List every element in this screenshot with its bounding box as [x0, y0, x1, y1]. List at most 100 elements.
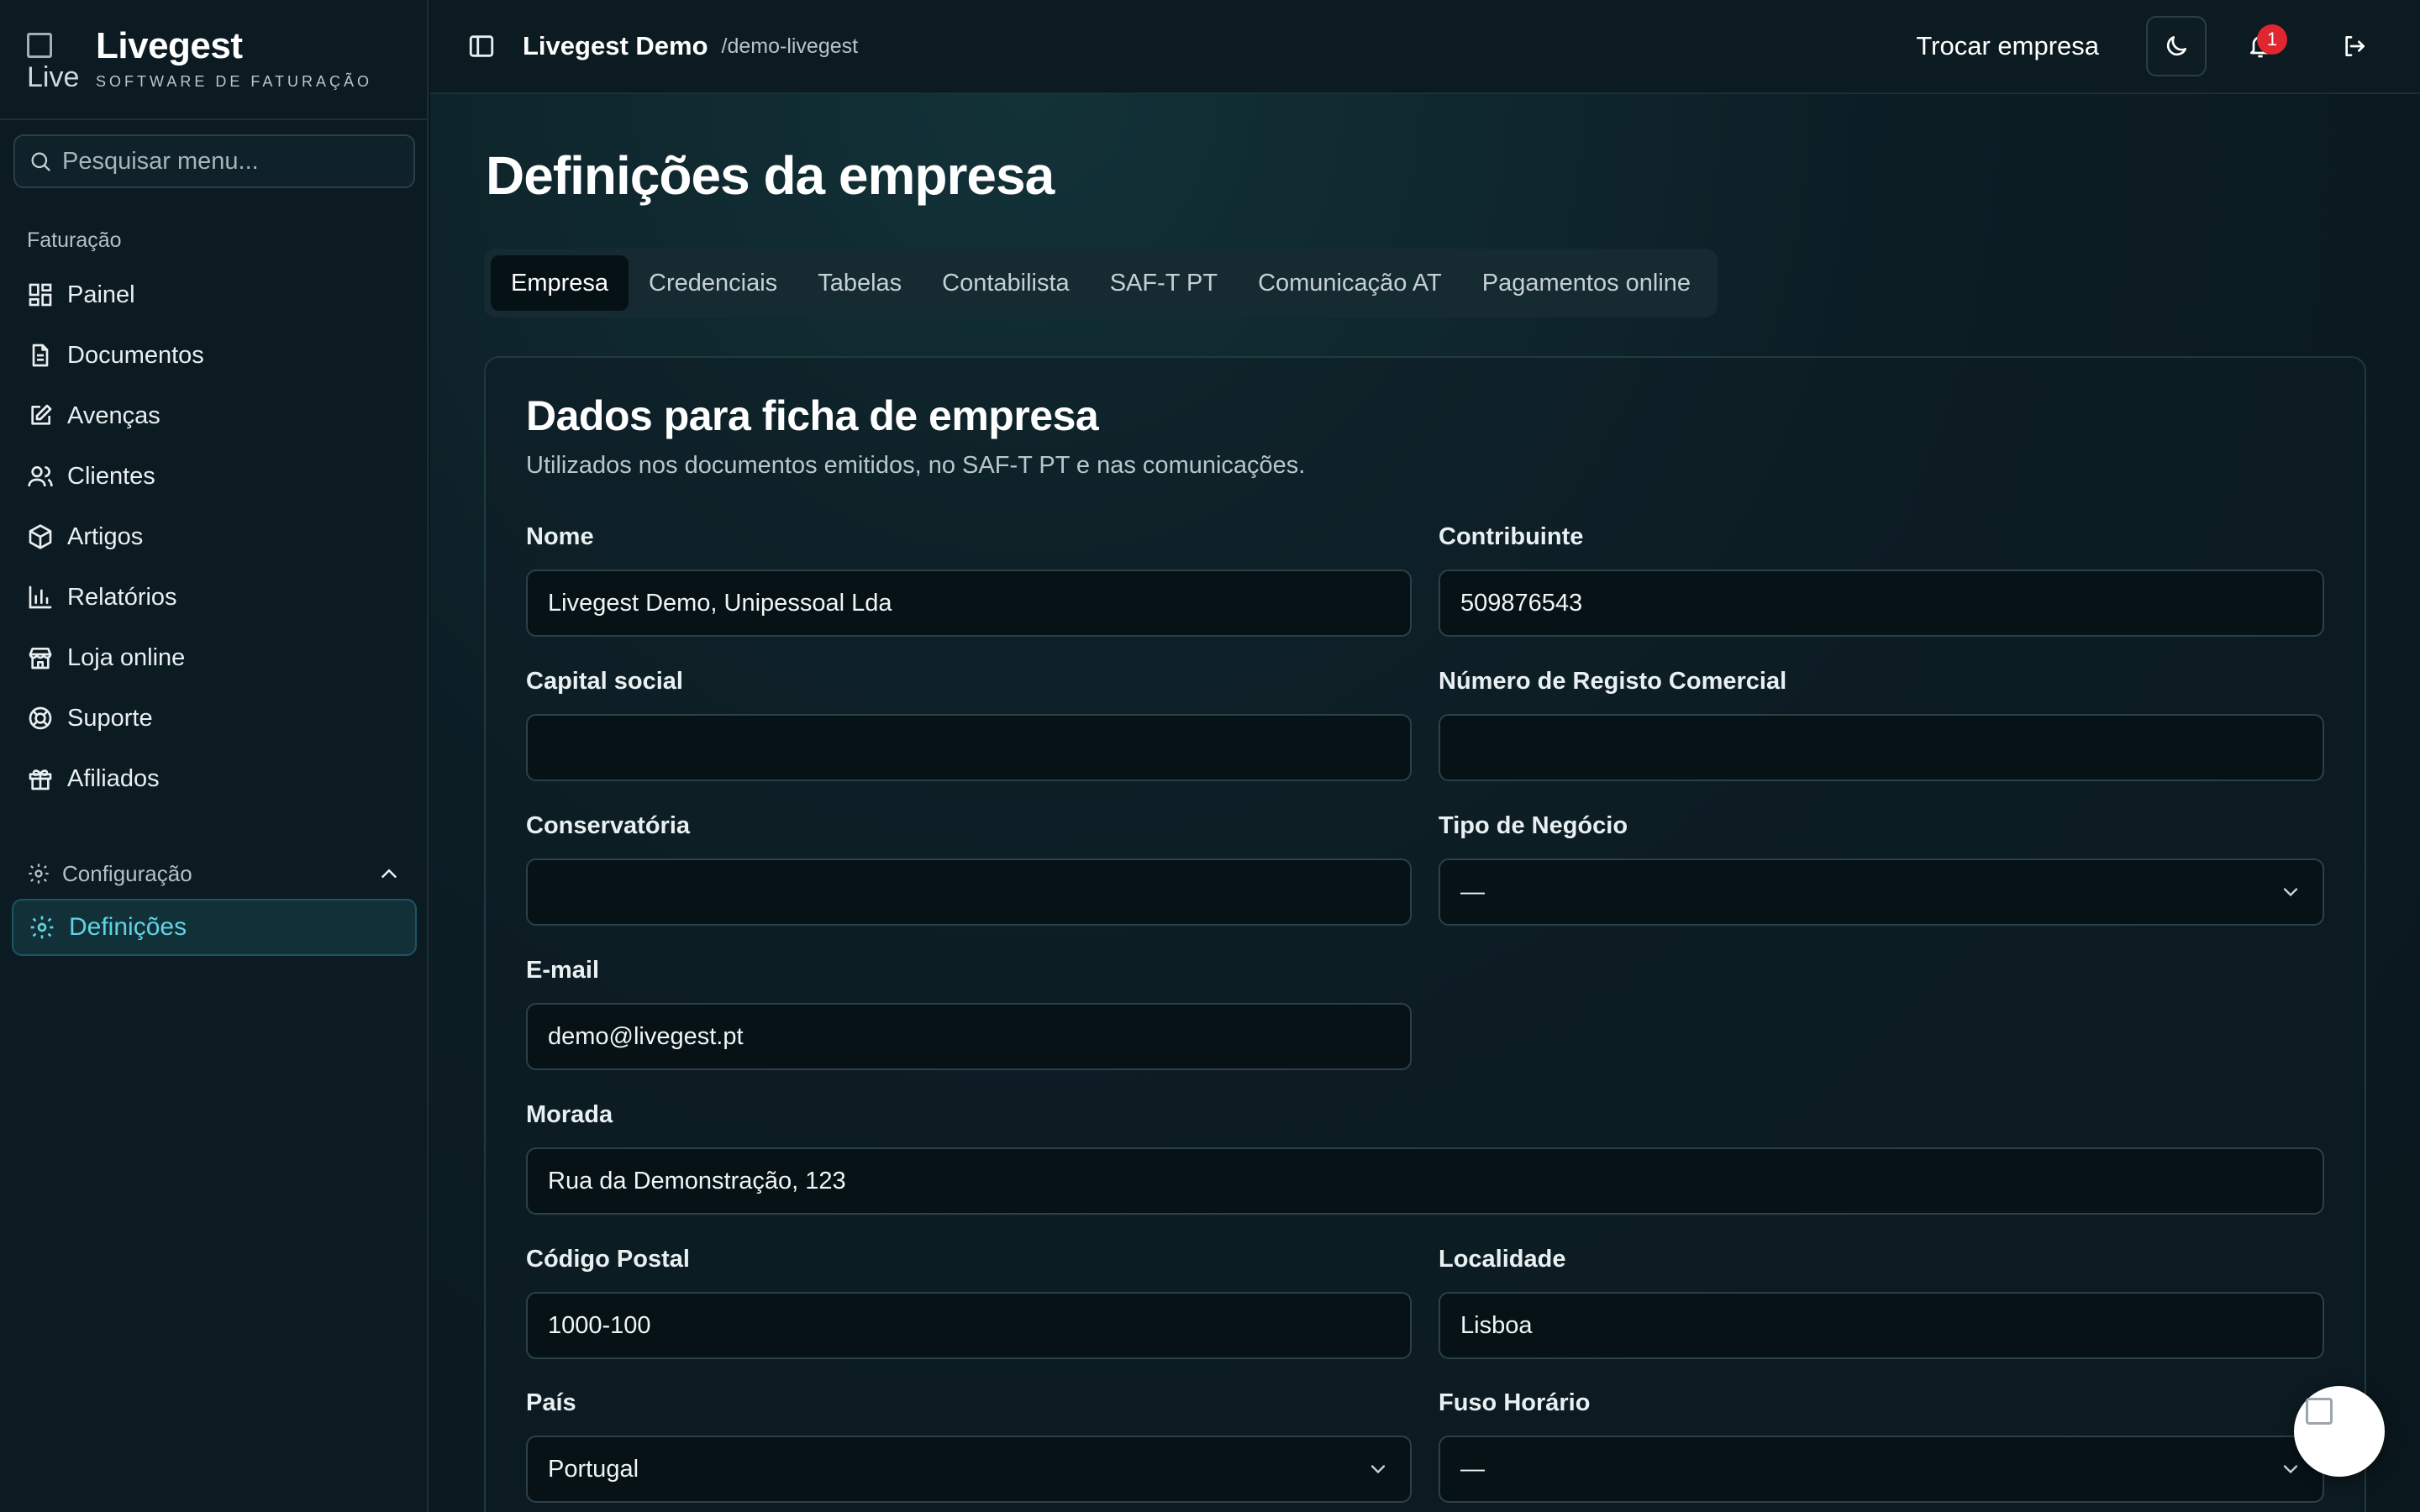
- dashboard-icon: [29, 283, 52, 307]
- field-nome: Nome Livegest Demo, Unipessoal Lda: [526, 522, 1412, 637]
- localidade-input[interactable]: Lisboa: [1439, 1292, 2324, 1359]
- sidebar-nav: Painel Documentos Avenças Clientes Artig…: [13, 267, 415, 811]
- field-label: País: [526, 1389, 576, 1416]
- sidebar-item-avencas[interactable]: Avenças: [13, 388, 415, 444]
- codigo-postal-input[interactable]: 1000-100: [526, 1292, 1412, 1359]
- gear-icon: [30, 916, 54, 939]
- logout-icon: [2345, 36, 2365, 56]
- gear-icon: [29, 864, 49, 884]
- field-morada: Morada Rua da Demonstração, 123: [526, 1100, 2324, 1215]
- sidebar-item-artigos[interactable]: Artigos: [13, 509, 415, 564]
- notifications-button[interactable]: 1: [2230, 16, 2291, 76]
- sidebar-item-label: Clientes: [67, 462, 155, 490]
- notification-badge: 1: [2257, 24, 2287, 55]
- edit-icon: [31, 404, 52, 425]
- email-input[interactable]: demo@livegest.pt: [526, 1003, 1412, 1070]
- config-section-label: Configuração: [62, 860, 192, 886]
- sidebar-item-label: Documentos: [67, 341, 204, 369]
- sidebar-item-label: Suporte: [67, 704, 153, 732]
- document-icon: [32, 344, 49, 367]
- moon-icon: [2166, 36, 2186, 56]
- sidebar-item-painel[interactable]: Painel: [13, 267, 415, 323]
- morada-input[interactable]: Rua da Demonstração, 123: [526, 1147, 2324, 1215]
- broken-image-icon: [2306, 1398, 2333, 1425]
- store-icon: [29, 648, 52, 669]
- field-conservatoria: Conservatória: [526, 811, 1412, 926]
- sidebar-item-loja-online[interactable]: Loja online: [13, 630, 415, 685]
- company-name: Livegest Demo: [523, 31, 708, 60]
- sidebar-item-clientes[interactable]: Clientes: [13, 449, 415, 504]
- broken-image-icon: [27, 32, 52, 58]
- select-value: —: [1460, 1455, 1485, 1483]
- package-icon: [29, 524, 52, 549]
- logout-button[interactable]: [2324, 16, 2385, 76]
- tab-saft-pt[interactable]: SAF-T PT: [1090, 255, 1238, 311]
- tab-tabelas[interactable]: Tabelas: [797, 255, 922, 311]
- chevron-down-icon: [2283, 888, 2298, 897]
- tab-comunicacao-at[interactable]: Comunicação AT: [1238, 255, 1462, 311]
- search-icon: [31, 152, 50, 171]
- brand-name: Livegest: [96, 25, 243, 66]
- sidebar-toggle-icon[interactable]: [467, 32, 496, 60]
- field-registo-comercial: Número de Registo Comercial: [1439, 667, 2324, 781]
- field-email: E-mail demo@livegest.pt: [526, 956, 1412, 1070]
- brand[interactable]: Live Livegest SOFTWARE DE FATURAÇÃO: [0, 0, 427, 120]
- tab-empresa[interactable]: Empresa: [491, 255, 629, 311]
- bar-chart-icon: [29, 585, 52, 609]
- sidebar-item-label: Avenças: [67, 402, 160, 429]
- select-value: —: [1460, 878, 1485, 906]
- section-label-faturacao: Faturação: [27, 228, 122, 252]
- chat-support-bubble[interactable]: [2294, 1386, 2385, 1477]
- sidebar-item-label: Relatórios: [67, 583, 177, 611]
- sidebar-item-label: Definições: [69, 913, 187, 941]
- contribuinte-input[interactable]: 509876543: [1439, 570, 2324, 637]
- sidebar-item-documentos[interactable]: Documentos: [13, 328, 415, 383]
- field-label: Morada: [526, 1101, 613, 1128]
- pais-select[interactable]: Portugal: [526, 1436, 1412, 1503]
- field-localidade: Localidade Lisboa: [1439, 1245, 2324, 1359]
- field-label: Código Postal: [526, 1246, 690, 1273]
- settings-tabs: Empresa Credenciais Tabelas Contabilista…: [484, 249, 1718, 318]
- chevron-down-icon: [1370, 1465, 1386, 1474]
- sidebar-item-label: Loja online: [67, 643, 186, 671]
- switch-company-button[interactable]: Trocar empresa: [1916, 31, 2099, 61]
- tab-credenciais[interactable]: Credenciais: [629, 255, 797, 311]
- field-label: Número de Registo Comercial: [1439, 668, 1787, 695]
- theme-toggle-button[interactable]: [2146, 16, 2207, 76]
- chevron-down-icon: [2283, 1465, 2298, 1474]
- sidebar-item-label: Artigos: [67, 522, 144, 550]
- card-description: Utilizados nos documentos emitidos, no S…: [526, 452, 1306, 479]
- sidebar-item-afiliados[interactable]: Afiliados: [13, 751, 415, 806]
- menu-search[interactable]: [13, 134, 415, 188]
- logo-alt-text: Live: [27, 60, 79, 87]
- tab-contabilista[interactable]: Contabilista: [922, 255, 1090, 311]
- input-value: 509876543: [1460, 589, 1583, 617]
- field-pais: País Portugal: [526, 1389, 1412, 1503]
- field-label: Tipo de Negócio: [1439, 812, 1628, 839]
- card-title: Dados para ficha de empresa: [526, 392, 1099, 439]
- field-label: Fuso Horário: [1439, 1389, 1591, 1416]
- field-contribuinte: Contribuinte 509876543: [1439, 522, 2324, 637]
- field-label: E-mail: [526, 957, 600, 984]
- field-label: Localidade: [1439, 1246, 1566, 1273]
- field-capital-social: Capital social: [526, 667, 1412, 781]
- tipo-negocio-select[interactable]: —: [1439, 858, 2324, 926]
- sidebar-item-relatorios[interactable]: Relatórios: [13, 570, 415, 625]
- nome-input[interactable]: Livegest Demo, Unipessoal Lda: [526, 570, 1412, 637]
- capital-social-input[interactable]: [526, 714, 1412, 781]
- logo-image: Live: [27, 32, 79, 87]
- sidebar-item-definicoes[interactable]: Definições: [12, 899, 417, 956]
- input-value: 1000-100: [548, 1311, 651, 1339]
- config-section-toggle[interactable]: Configuração: [27, 857, 402, 890]
- company-data-card: Dados para ficha de empresa Utilizados n…: [484, 356, 2366, 1512]
- registo-comercial-input[interactable]: [1439, 714, 2324, 781]
- conservatoria-input[interactable]: [526, 858, 1412, 926]
- sidebar-item-label: Afiliados: [67, 764, 160, 792]
- tab-pagamentos-online[interactable]: Pagamentos online: [1462, 255, 1711, 311]
- fuso-horario-select[interactable]: —: [1439, 1436, 2324, 1503]
- select-value: Portugal: [548, 1455, 639, 1483]
- search-input[interactable]: [62, 147, 398, 176]
- sidebar-item-suporte[interactable]: Suporte: [13, 690, 415, 746]
- gift-icon: [29, 769, 52, 790]
- field-label: Capital social: [526, 668, 683, 695]
